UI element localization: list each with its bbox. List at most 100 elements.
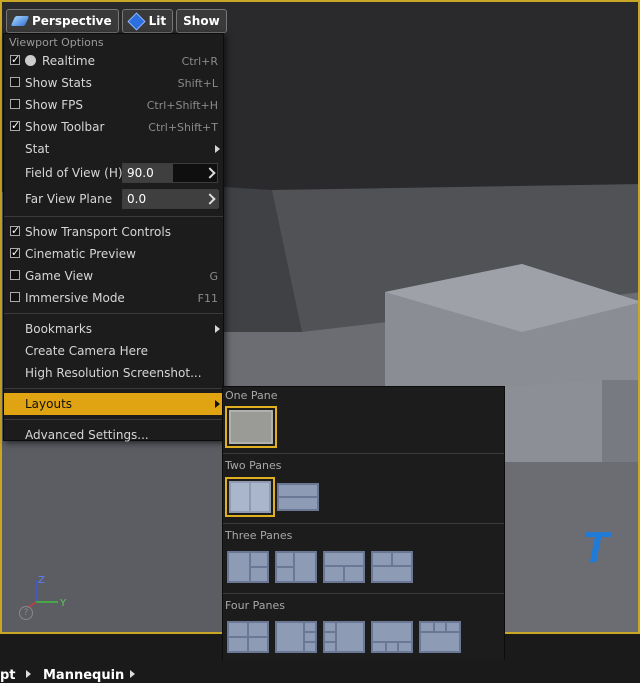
menu-item-create-camera[interactable]: Create Camera Here bbox=[4, 340, 223, 362]
one-pane-title: One Pane bbox=[225, 389, 278, 402]
two-panes-title: Two Panes bbox=[225, 459, 282, 472]
show-stats-shortcut: Shift+L bbox=[177, 76, 218, 90]
menu-item-advanced-settings[interactable]: Advanced Settings... bbox=[4, 424, 223, 446]
view-mode-button[interactable]: Lit bbox=[121, 9, 174, 33]
layout-two-panes-horizontal[interactable] bbox=[277, 481, 319, 513]
bookmarks-label: Bookmarks bbox=[25, 322, 93, 336]
game-view-label: Game View bbox=[25, 269, 94, 283]
game-view-shortcut: G bbox=[209, 269, 218, 283]
axis-y-label: Y bbox=[59, 598, 67, 609]
realtime-icon bbox=[25, 55, 36, 66]
breadcrumb: pt Mannequin bbox=[0, 660, 640, 683]
viewport-toolbar: Perspective Lit Show bbox=[6, 7, 227, 68]
layout-four-panes-1[interactable] bbox=[227, 621, 269, 653]
hires-screenshot-label: High Resolution Screenshot... bbox=[25, 366, 202, 380]
fov-value: 90.0 bbox=[127, 166, 154, 180]
immersive-mode-label: Immersive Mode bbox=[25, 291, 125, 305]
layout-four-panes-2[interactable] bbox=[275, 621, 317, 653]
layout-four-panes-3[interactable] bbox=[323, 621, 365, 653]
lit-label: Lit bbox=[148, 14, 167, 28]
submenu-arrow-icon bbox=[215, 400, 220, 408]
fov-row: Field of View (H) 90.0 bbox=[4, 160, 223, 186]
three-panes-row bbox=[223, 545, 504, 589]
layout-three-panes-3[interactable] bbox=[323, 551, 365, 583]
layout-three-panes-1[interactable] bbox=[227, 551, 269, 583]
show-toolbar-shortcut: Ctrl+Shift+T bbox=[148, 120, 218, 134]
svg-text:T: T bbox=[582, 523, 612, 572]
lit-sphere-icon bbox=[127, 11, 146, 31]
layout-three-panes-4[interactable] bbox=[371, 551, 413, 583]
divider bbox=[4, 388, 223, 389]
layout-one-pane[interactable] bbox=[225, 406, 277, 448]
viewport-options-menu: Viewport Options ✓ Realtime Ctrl+R Show … bbox=[3, 33, 224, 442]
perspective-button[interactable]: Perspective bbox=[6, 9, 119, 33]
fov-label: Field of View (H) bbox=[25, 166, 123, 180]
layout-two-panes-vertical[interactable] bbox=[225, 477, 275, 517]
layout-three-panes-2[interactable] bbox=[275, 551, 317, 583]
show-stats-label: Show Stats bbox=[25, 76, 92, 90]
menu-item-show-toolbar[interactable]: ✓ Show Toolbar Ctrl+Shift+T bbox=[4, 116, 223, 138]
far-plane-value: 0.0 bbox=[127, 192, 147, 206]
section-title: Viewport Options bbox=[9, 36, 104, 49]
four-panes-row bbox=[223, 615, 504, 659]
checkbox-show-toolbar[interactable]: ✓ bbox=[10, 120, 20, 131]
menu-item-bookmarks[interactable]: Bookmarks bbox=[4, 318, 223, 340]
submenu-arrow-icon bbox=[215, 145, 220, 153]
resize-handle-icon bbox=[204, 167, 216, 179]
perspective-icon bbox=[10, 16, 30, 26]
help-icon[interactable]: ? bbox=[19, 606, 33, 620]
checkbox-game-view[interactable] bbox=[10, 270, 20, 280]
menu-item-hires-screenshot[interactable]: High Resolution Screenshot... bbox=[4, 362, 223, 384]
layouts-submenu: One Pane Two Panes Three Panes Four Pane… bbox=[222, 386, 505, 680]
axis-z-label: Z bbox=[38, 575, 45, 586]
layouts-label: Layouts bbox=[25, 397, 73, 411]
three-panes-title: Three Panes bbox=[225, 529, 293, 542]
one-pane-row bbox=[223, 405, 504, 449]
stat-label: Stat bbox=[25, 142, 50, 156]
checkbox-immersive-mode[interactable] bbox=[10, 292, 20, 302]
show-toolbar-label: Show Toolbar bbox=[25, 120, 105, 134]
breadcrumb-arrow-icon bbox=[130, 670, 135, 678]
perspective-label: Perspective bbox=[32, 14, 112, 28]
checkbox-show-fps[interactable] bbox=[10, 99, 20, 109]
divider bbox=[223, 453, 504, 454]
menu-item-stat[interactable]: Stat bbox=[4, 138, 223, 160]
checkbox-show-stats[interactable] bbox=[10, 77, 20, 87]
advanced-settings-label: Advanced Settings... bbox=[25, 428, 149, 442]
checkbox-transport-controls[interactable]: ✓ bbox=[10, 225, 20, 236]
two-panes-row bbox=[223, 475, 504, 519]
realtime-shortcut: Ctrl+R bbox=[181, 54, 218, 68]
divider bbox=[223, 523, 504, 524]
transport-controls-label: Show Transport Controls bbox=[25, 225, 171, 239]
menu-item-game-view[interactable]: Game View G bbox=[4, 265, 223, 287]
fov-spinbox[interactable]: 90.0 bbox=[122, 163, 218, 183]
show-fps-label: Show FPS bbox=[25, 98, 83, 112]
checkbox-cinematic-preview[interactable]: ✓ bbox=[10, 247, 20, 258]
divider bbox=[223, 593, 504, 594]
menu-item-show-fps[interactable]: Show FPS Ctrl+Shift+H bbox=[4, 94, 223, 116]
far-plane-row: Far View Plane 0.0 bbox=[4, 186, 223, 212]
menu-item-transport-controls[interactable]: ✓ Show Transport Controls bbox=[4, 221, 223, 243]
submenu-arrow-icon bbox=[215, 325, 220, 333]
show-label: Show bbox=[183, 14, 220, 28]
layout-four-panes-5[interactable] bbox=[419, 621, 461, 653]
show-button[interactable]: Show bbox=[176, 9, 227, 33]
cinematic-preview-label: Cinematic Preview bbox=[25, 247, 136, 261]
immersive-mode-shortcut: F11 bbox=[197, 291, 218, 305]
menu-item-cinematic-preview[interactable]: ✓ Cinematic Preview bbox=[4, 243, 223, 265]
far-plane-label: Far View Plane bbox=[25, 192, 113, 206]
breadcrumb-arrow-icon bbox=[26, 670, 31, 678]
four-panes-title: Four Panes bbox=[225, 599, 286, 612]
menu-item-show-stats[interactable]: Show Stats Shift+L bbox=[4, 72, 223, 94]
realtime-label: Realtime bbox=[42, 54, 95, 68]
divider bbox=[4, 313, 223, 314]
menu-item-layouts[interactable]: Layouts bbox=[4, 393, 223, 415]
checkbox-realtime[interactable]: ✓ bbox=[10, 54, 20, 65]
menu-item-realtime[interactable]: ✓ Realtime Ctrl+R bbox=[4, 50, 223, 72]
far-plane-spinbox[interactable]: 0.0 bbox=[122, 189, 219, 209]
show-fps-shortcut: Ctrl+Shift+H bbox=[146, 98, 218, 112]
divider bbox=[4, 216, 223, 217]
layout-four-panes-4[interactable] bbox=[371, 621, 413, 653]
menu-item-immersive-mode[interactable]: Immersive Mode F11 bbox=[4, 287, 223, 309]
create-camera-label: Create Camera Here bbox=[25, 344, 149, 358]
